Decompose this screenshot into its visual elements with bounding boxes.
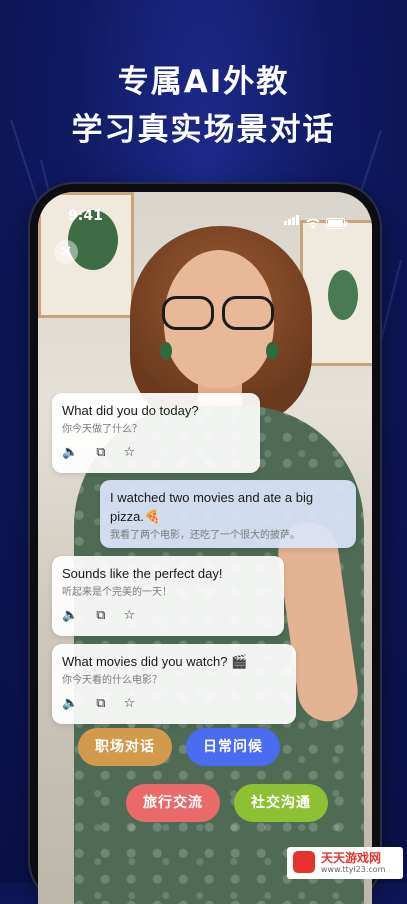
- site-watermark: 天天游戏网 www.ttyl23.com: [287, 847, 403, 879]
- watermark-title: 天天游戏网: [321, 851, 382, 865]
- star-icon[interactable]: ☆: [123, 696, 135, 711]
- phone-screen: 9:41 ✕ What did you do today? 你今天做了什么？ 🔈: [38, 192, 372, 904]
- message-translation: 你今天看的什么电影？: [62, 675, 162, 686]
- topic-travel-button[interactable]: 旅行交流: [126, 784, 220, 822]
- topic-greetings-button[interactable]: 日常问候: [186, 728, 280, 766]
- topic-workplace-button[interactable]: 职场对话: [78, 728, 172, 766]
- topic-social-button[interactable]: 社交沟通: [234, 784, 328, 822]
- copy-icon[interactable]: ⧉: [96, 608, 105, 623]
- speaker-icon[interactable]: 🔈: [62, 445, 78, 460]
- message-text: Sounds like the perfect day!: [62, 566, 223, 581]
- message-tools: 🔈 ⧉ ☆: [62, 608, 274, 623]
- message-text: What movies did you watch? 🎬: [62, 654, 248, 669]
- message-translation: 听起来是个完美的一天！: [62, 587, 172, 598]
- close-button[interactable]: ✕: [54, 240, 78, 264]
- speaker-icon[interactable]: 🔈: [62, 608, 78, 623]
- watermark-url: www.ttyl23.com: [321, 865, 386, 874]
- star-icon[interactable]: ☆: [123, 445, 135, 460]
- signal-icon: [284, 210, 300, 229]
- message-text: I watched two movies and ate a big pizza…: [110, 490, 314, 524]
- watermark-logo-icon: [293, 851, 315, 873]
- tutor-earring: [160, 342, 172, 360]
- copy-icon[interactable]: ⧉: [96, 696, 105, 711]
- status-icons: [284, 210, 348, 229]
- copy-icon[interactable]: ⧉: [96, 445, 105, 460]
- message-text: What did you do today?: [62, 403, 199, 418]
- message-translation: 你今天做了什么？: [62, 424, 142, 435]
- battery-icon: [326, 218, 348, 229]
- tutor-glasses: [162, 296, 274, 330]
- status-time: 9:41: [68, 208, 103, 224]
- message-tools: 🔈 ⧉ ☆: [62, 696, 286, 711]
- message-translation: 我看了两个电影，还吃了一个很大的披萨。: [110, 530, 300, 541]
- wifi-icon: [306, 218, 320, 229]
- message-tools: 🔈 ⧉ ☆: [62, 445, 250, 460]
- star-icon[interactable]: ☆: [123, 608, 135, 623]
- ai-message-bubble: What did you do today? 你今天做了什么？ 🔈 ⧉ ☆: [52, 393, 260, 473]
- headline-line1: 专属AI外教: [117, 64, 290, 100]
- speaker-icon[interactable]: 🔈: [62, 696, 78, 711]
- ai-message-bubble: Sounds like the perfect day! 听起来是个完美的一天！…: [52, 556, 284, 636]
- ai-message-bubble: What movies did you watch? 🎬 你今天看的什么电影？ …: [52, 644, 296, 724]
- tutor-earring: [266, 342, 278, 360]
- plant-decoration: [328, 270, 358, 320]
- phone-frame: 9:41 ✕ What did you do today? 你今天做了什么？ 🔈: [30, 184, 380, 904]
- headline-line2: 学习真实场景对话: [71, 112, 336, 148]
- user-message-bubble: I watched two movies and ate a big pizza…: [100, 480, 356, 548]
